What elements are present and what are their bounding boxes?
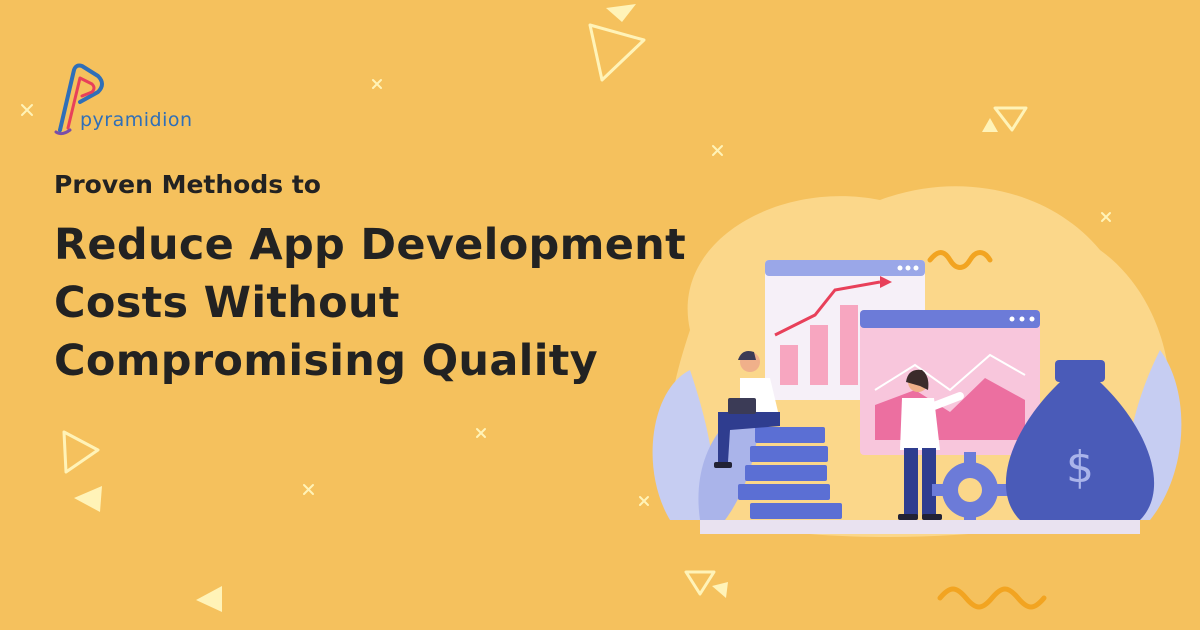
headline-line: Compromising Quality	[54, 336, 598, 386]
dollar-icon: $	[1066, 442, 1094, 493]
triangle-icon	[606, 4, 636, 22]
sparkle-icon	[21, 104, 33, 116]
sparkle-icon	[372, 79, 382, 89]
triangle-outline-icon	[62, 430, 100, 474]
headline-line: Reduce App Development	[54, 220, 686, 270]
triangle-outline-icon	[993, 106, 1028, 132]
squiggle-icon	[937, 586, 1047, 610]
triangle-icon	[982, 118, 998, 132]
triangle-outline-icon	[684, 570, 716, 596]
headline: Reduce App Development Costs Without Com…	[54, 216, 686, 390]
triangle-icon	[74, 486, 102, 512]
heading-kicker: Proven Methods to	[54, 170, 321, 199]
triangle-outline-icon	[588, 23, 646, 82]
sparkle-icon	[303, 484, 314, 495]
triangle-icon	[712, 582, 728, 598]
sparkle-icon	[476, 428, 486, 438]
brand-name: pyramidion	[80, 109, 193, 131]
ground-line	[700, 520, 1140, 534]
triangle-icon	[196, 586, 222, 612]
headline-line: Costs Without	[54, 278, 400, 328]
banner: pyramidion Proven Methods to Reduce App …	[0, 0, 1200, 630]
finance-illustration: $	[652, 186, 1182, 538]
area-chart-window-icon	[860, 310, 1040, 455]
logo: pyramidion	[52, 62, 222, 140]
